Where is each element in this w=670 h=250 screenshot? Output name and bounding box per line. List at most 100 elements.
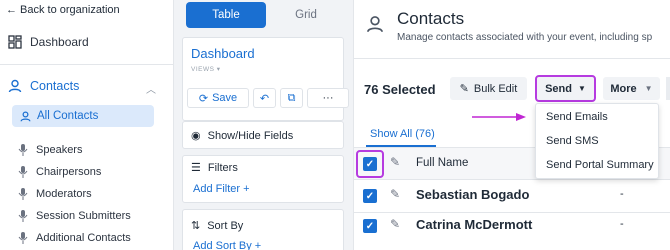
send-dropdown-menu: Send Emails Send SMS Send Portal Summary (535, 103, 659, 179)
select-all-checkbox[interactable]: ✓ (363, 157, 377, 171)
check-icon: ✓ (365, 220, 375, 232)
sort-icon: ⇅ (191, 220, 201, 232)
filters-label: Filters (207, 161, 238, 174)
pencil-icon: ✎ (459, 83, 469, 95)
sort-section: ⇅ Sort By Add Sort By + (182, 209, 344, 250)
sidebar-item-moderators[interactable]: Moderators (18, 188, 92, 200)
person-icon (367, 16, 383, 33)
tab-table[interactable]: Table (186, 2, 266, 28)
view-mode-toggle: Table Grid (186, 2, 346, 28)
sidebar-item-speakers[interactable]: Speakers (18, 144, 82, 156)
header-divider (354, 58, 670, 59)
menu-item-send-portal-summary[interactable]: Send Portal Summary (546, 159, 654, 171)
copy-button[interactable]: ⧉ (280, 88, 303, 108)
show-hide-fields-row[interactable]: ◉ Show/Hide Fields (182, 121, 344, 149)
page-subtitle: Manage contacts associated with your eve… (397, 32, 653, 43)
view-name[interactable]: Dashboard (191, 46, 255, 61)
show-hide-label: Show/Hide Fields (207, 129, 294, 142)
add-filter-link[interactable]: Add Filter + (193, 183, 250, 195)
more-options-button[interactable]: ··· (307, 88, 349, 108)
row-divider (354, 212, 670, 213)
menu-item-send-emails[interactable]: Send Emails (546, 111, 608, 123)
filters-section: ☰ Filters Add Filter + (182, 155, 344, 203)
edit-row-icon[interactable]: ✎ (390, 217, 400, 231)
microphone-icon (18, 188, 28, 200)
person-icon (20, 111, 31, 121)
filter-icon: ☰ (191, 162, 201, 174)
microphone-icon (18, 144, 28, 156)
sort-by-label: Sort By (207, 219, 244, 232)
tab-show-all[interactable]: Show All (76) (370, 128, 435, 140)
tab-grid[interactable]: Grid (266, 2, 346, 28)
more-label: More (610, 82, 637, 95)
sidebar-item-session-submitters[interactable]: Session Submitters (18, 210, 131, 222)
more-options-label: ··· (322, 92, 334, 104)
plus-icon: + (243, 183, 250, 195)
selected-count: 76 Selected (364, 82, 436, 97)
sidebar-item-contacts[interactable]: Contacts ︿ (8, 79, 168, 96)
views-dropdown[interactable]: VIEWS ▾ (191, 65, 221, 73)
back-link-label: Back to organization (20, 4, 120, 16)
dashboard-icon (8, 35, 22, 49)
row-checkbox[interactable]: ✓ (363, 219, 377, 233)
overflow-button[interactable] (666, 77, 670, 100)
chevron-up-icon[interactable]: ︿ (146, 81, 156, 96)
send-label: Send (545, 82, 572, 95)
back-to-organization-link[interactable]: ← Back to organization (6, 4, 120, 16)
eye-icon: ◉ (191, 130, 201, 142)
bulk-edit-button[interactable]: ✎ Bulk Edit (450, 77, 527, 100)
edit-row-icon[interactable]: ✎ (390, 187, 400, 201)
views-label: VIEWS (191, 66, 215, 73)
add-filter-label: Add Filter (193, 183, 241, 195)
sidebar: ← Back to organization Dashboard Contact… (0, 0, 174, 250)
sidebar-item-label: Contacts (30, 79, 80, 93)
sidebar-item-label: Chairpersons (36, 166, 102, 178)
microphone-icon (18, 166, 28, 178)
menu-item-send-sms[interactable]: Send SMS (546, 135, 599, 147)
sidebar-item-additional-contacts[interactable]: Additional Contacts (18, 232, 131, 244)
row-full-name[interactable]: Sebastian Bogado (416, 187, 529, 202)
view-card: Dashboard VIEWS ▾ ⟳ Save ↶ ⧉ ··· (182, 37, 349, 121)
person-icon (8, 79, 22, 93)
row-checkbox[interactable]: ✓ (363, 189, 377, 203)
row-cell: - (620, 188, 624, 200)
row-cell: - (620, 218, 624, 230)
sidebar-item-label: All Contacts (37, 110, 99, 122)
save-label: Save (212, 92, 238, 104)
sidebar-item-all-contacts[interactable]: All Contacts (12, 105, 154, 127)
send-button[interactable]: Send ▼ (535, 75, 596, 102)
undo-icon: ↶ (259, 92, 270, 105)
sidebar-item-label: Session Submitters (36, 210, 131, 222)
arrow-left-icon: ← (6, 4, 17, 16)
more-button[interactable]: More ▼ (603, 77, 660, 100)
row-full-name[interactable]: Catrina McDermott (416, 217, 532, 232)
sort-title: ⇅ Sort By (191, 219, 244, 233)
view-actions: ⟳ Save ↶ ⧉ ··· (187, 88, 349, 108)
views-panel: Table Grid Dashboard VIEWS ▾ ⟳ Save ↶ ⧉ … (174, 0, 354, 250)
caret-down-icon: ▼ (577, 84, 586, 93)
bulk-edit-label: Bulk Edit (473, 82, 518, 95)
sidebar-item-label: Speakers (36, 144, 83, 156)
check-icon: ✓ (365, 190, 375, 202)
microphone-icon (18, 210, 28, 222)
sidebar-item-chairpersons[interactable]: Chairpersons (18, 166, 101, 178)
plus-icon: + (254, 240, 262, 250)
save-view-button[interactable]: ⟳ Save (187, 88, 249, 108)
sidebar-item-label: Moderators (36, 188, 92, 200)
undo-button[interactable]: ↶ (253, 88, 276, 108)
pencil-icon: ✎ (390, 155, 401, 169)
check-icon: ✓ (365, 158, 375, 170)
sidebar-item-label: Additional Contacts (36, 232, 131, 244)
filters-title: ☰ Filters (191, 161, 238, 175)
caret-down-icon: ▼ (644, 84, 653, 93)
microphone-icon (18, 232, 28, 244)
add-sort-link[interactable]: Add Sort By + (193, 240, 261, 250)
chevron-down-icon: ▾ (216, 66, 221, 73)
page-title: Contacts (397, 9, 465, 28)
refresh-icon: ⟳ (198, 92, 209, 105)
copy-icon: ⧉ (287, 91, 296, 104)
column-header-full-name[interactable]: Full Name (416, 157, 468, 169)
sidebar-divider (0, 64, 174, 65)
sidebar-item-dashboard[interactable]: Dashboard (8, 35, 89, 49)
show-hide-fields: ◉ Show/Hide Fields (191, 129, 294, 143)
